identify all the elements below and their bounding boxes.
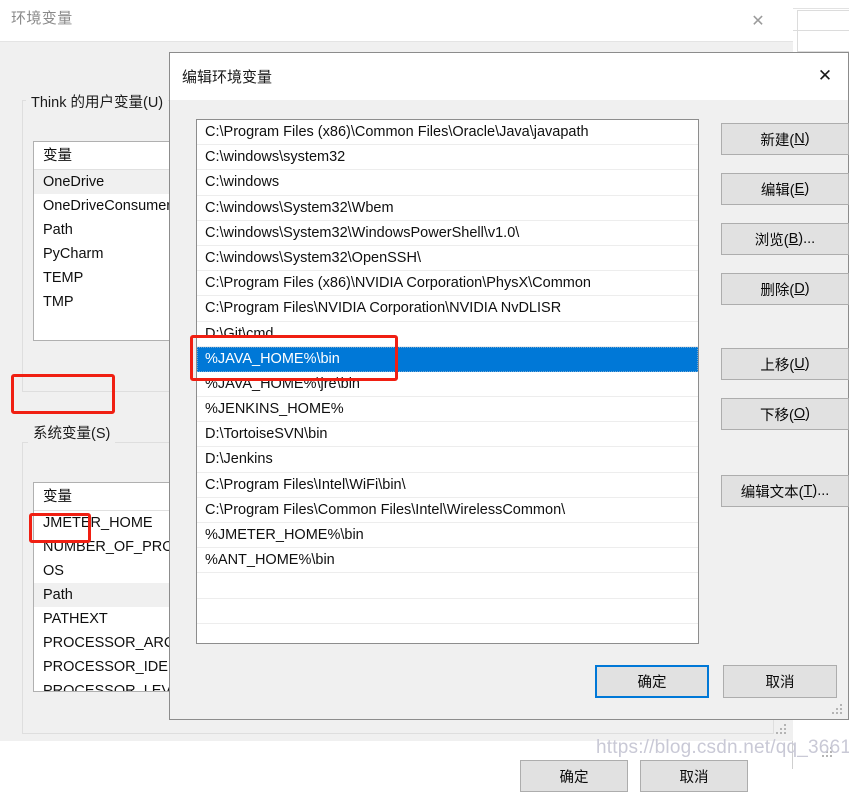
- move-down-button-accel: O: [793, 406, 806, 422]
- edit-text-button-accel: T: [803, 483, 813, 499]
- path-entry-row-empty[interactable]: [197, 573, 698, 599]
- close-icon[interactable]: ✕: [802, 53, 848, 99]
- environment-variables-cancel-button[interactable]: 取消: [640, 760, 748, 792]
- browse-button-label-post: )...: [798, 231, 816, 247]
- background-divider-1: [793, 8, 849, 9]
- environment-variables-ok-button[interactable]: 确定: [520, 760, 628, 792]
- edit-button-label-post: ): [804, 181, 810, 197]
- edit-environment-variable-dialog: 编辑环境变量 ✕ C:\Program Files (x86)\Common F…: [169, 52, 849, 720]
- move-down-button[interactable]: 下移(O): [721, 398, 849, 430]
- path-entry-row[interactable]: %JAVA_HOME%\jre\bin: [197, 372, 698, 398]
- move-down-button-label-post: ): [805, 406, 810, 422]
- new-button-label-post: ): [804, 131, 810, 147]
- delete-button-label-post: ): [804, 281, 810, 297]
- user-variables-legend: Think 的用户变量(U): [26, 91, 169, 112]
- browse-button[interactable]: 浏览(B)...: [721, 223, 849, 255]
- path-entry-row[interactable]: C:\Program Files\Intel\WiFi\bin\: [197, 473, 698, 498]
- path-entry-row[interactable]: %ANT_HOME%\bin: [197, 548, 698, 574]
- environment-variables-resize-grip[interactable]: [775, 723, 788, 736]
- path-entry-row[interactable]: C:\windows\System32\OpenSSH\: [197, 246, 698, 272]
- path-entry-row[interactable]: C:\windows\system32: [197, 145, 698, 171]
- close-icon[interactable]: ✕: [735, 0, 781, 40]
- path-entry-row[interactable]: C:\Program Files (x86)\NVIDIA Corporatio…: [197, 271, 698, 297]
- move-down-button-label-pre: 下移(: [760, 407, 794, 424]
- path-entry-row[interactable]: C:\Program Files (x86)\Common Files\Orac…: [197, 120, 698, 146]
- edit-button[interactable]: 编辑(E): [721, 173, 849, 205]
- path-entry-row-selected[interactable]: %JAVA_HOME%\bin: [197, 346, 698, 372]
- new-button[interactable]: 新建(N): [721, 123, 849, 155]
- edit-text-button-label-post: )...: [812, 483, 830, 499]
- move-up-button-label-post: ): [804, 356, 810, 372]
- path-entry-row[interactable]: %JENKINS_HOME%: [197, 397, 698, 423]
- move-up-button-accel: U: [794, 356, 805, 372]
- path-entry-row[interactable]: D:\TortoiseSVN\bin: [197, 422, 698, 448]
- path-entry-row[interactable]: C:\windows\System32\Wbem: [197, 196, 698, 221]
- path-entry-row[interactable]: D:\Jenkins: [197, 447, 698, 473]
- edit-dialog-title: 编辑环境变量: [182, 69, 273, 86]
- environment-variables-titlebar: 环境变量 ✕: [0, 0, 793, 41]
- edit-button-accel: E: [794, 181, 805, 197]
- edit-text-button-label-pre: 编辑文本(: [740, 484, 804, 501]
- path-entry-row[interactable]: C:\Program Files\Common Files\Intel\Wire…: [197, 498, 698, 523]
- edit-dialog-resize-grip[interactable]: [831, 703, 844, 716]
- edit-text-button[interactable]: 编辑文本(T)...: [721, 475, 849, 507]
- edit-button-label-pre: 编辑(: [760, 182, 795, 199]
- path-entry-row[interactable]: C:\Program Files\NVIDIA Corporation\NVID…: [197, 296, 698, 322]
- browse-button-accel: B: [788, 231, 799, 247]
- background-window-resize-grip[interactable]: [820, 745, 834, 759]
- edit-dialog-ok-button[interactable]: 确定: [595, 665, 709, 698]
- system-variables-legend: 系统变量(S): [28, 422, 116, 443]
- background-divider-2: [793, 30, 849, 31]
- new-button-accel: N: [794, 131, 805, 147]
- delete-button-label-pre: 删除(: [760, 282, 795, 299]
- environment-variables-title: 环境变量: [11, 10, 73, 27]
- path-entries-list[interactable]: C:\Program Files (x86)\Common Files\Orac…: [196, 119, 699, 644]
- browse-button-label-pre: 浏览(: [754, 232, 789, 249]
- path-entry-row-empty[interactable]: [197, 599, 698, 624]
- edit-dialog-titlebar: 编辑环境变量 ✕: [170, 53, 848, 100]
- new-button-label-pre: 新建(: [760, 132, 795, 149]
- path-entry-row[interactable]: D:\Git\cmd: [197, 322, 698, 347]
- path-entry-row[interactable]: C:\windows: [197, 170, 698, 196]
- path-entry-row[interactable]: C:\windows\System32\WindowsPowerShell\v1…: [197, 221, 698, 246]
- delete-button[interactable]: 删除(D): [721, 273, 849, 305]
- background-window-panel: [797, 10, 849, 52]
- path-entry-row[interactable]: %JMETER_HOME%\bin: [197, 523, 698, 549]
- edit-dialog-cancel-button[interactable]: 取消: [723, 665, 837, 698]
- move-up-button[interactable]: 上移(U): [721, 348, 849, 380]
- delete-button-accel: D: [794, 281, 805, 297]
- move-up-button-label-pre: 上移(: [760, 357, 795, 374]
- path-entry-row-empty[interactable]: [197, 624, 698, 643]
